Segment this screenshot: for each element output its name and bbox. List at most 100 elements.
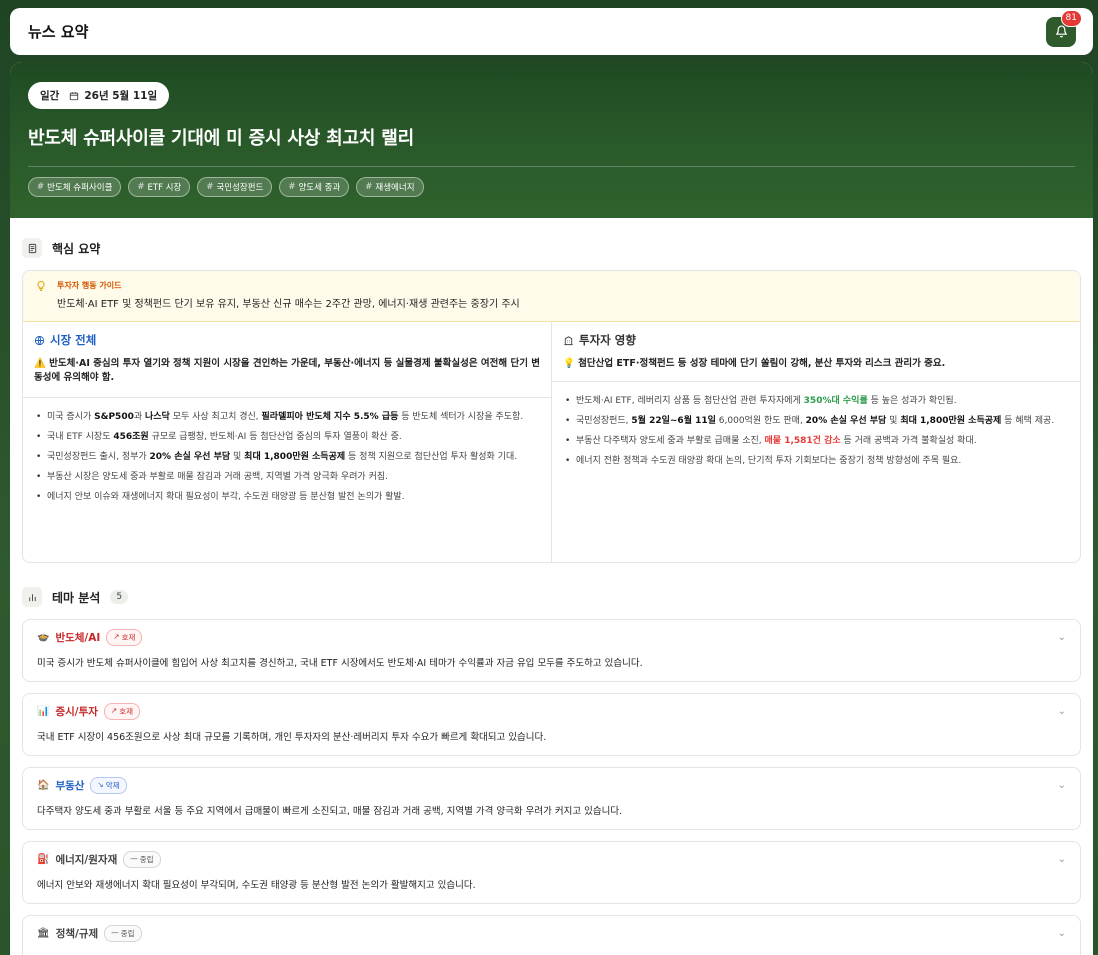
notification-button[interactable]: 81 — [1046, 9, 1082, 47]
theme-name: 부동산 — [55, 780, 85, 792]
hash-icon: # — [365, 182, 373, 192]
theme-section-title: 테마 분석 — [52, 590, 101, 605]
theme-name: 에너지/원자재 — [55, 854, 118, 866]
theme-card[interactable]: 📊 증시/투자 ↗ 호재 국내 ETF 시장이 456조원으로 사상 최대 규모를 기록… — [22, 693, 1081, 756]
summary-box: 투자자 행동 가이드 반도체·AI ETF 및 정책펀드 단기 보유 유지, 부… — [22, 270, 1081, 563]
tag-chip[interactable]: # 반도체 슈퍼사이클 — [28, 177, 122, 197]
bullet-item: 국내 ETF 시장도 456조원 규모로 급팽창, 반도체·AI 등 첨단산업 … — [34, 430, 540, 444]
guide-text: 반도체·AI ETF 및 정책펀드 단기 보유 유지, 부동산 신규 매수는 2… — [57, 299, 520, 310]
news-summary-card: 일간 26년 5월 11일 반도체 슈퍼사이클 기대에 미 증시 사상 최고치 … — [10, 62, 1093, 955]
investor-title: 투자자 영향 — [579, 333, 636, 347]
tag-label: 국민성장펀드 — [216, 183, 264, 193]
bullet-text: 국민성장펀드, — [576, 416, 632, 426]
theme-icon: 🏠 — [37, 780, 50, 791]
tag-chip[interactable]: # 국민성장펀드 — [197, 177, 273, 197]
chevron-down-icon[interactable]: ⌄ — [1058, 780, 1066, 791]
guide-label: 투자자 행동 가이드 — [57, 281, 122, 290]
theme-icon: ⛽ — [37, 854, 50, 865]
bullet-text: 에너지 전환 정책과 수도권 태양광 확대 논의, 단기적 투자 기회보다는 중… — [576, 456, 962, 466]
headline: 반도체 슈퍼사이클 기대에 미 증시 사상 최고치 랠리 — [28, 128, 415, 149]
bullet-text: 456조원 — [113, 432, 149, 442]
bullet-text: 국민성장펀드 출시, 정부가 — [47, 452, 150, 462]
bullet-item: 에너지 전환 정책과 수도권 태양광 확대 논의, 단기적 투자 기회보다는 중… — [563, 454, 1069, 468]
tag-chip[interactable]: # 양도세 중과 — [279, 177, 350, 197]
building-icon — [564, 335, 573, 345]
trend-icon: — — [130, 854, 138, 863]
investor-guide: 투자자 행동 가이드 반도체·AI ETF 및 정책펀드 단기 보유 유지, 부… — [23, 271, 1080, 322]
market-bullet-list: 미국 증시가 S&P500과 나스닥 모두 사상 최고치 경신, 필라델피아 반… — [23, 398, 551, 504]
hash-icon: # — [137, 182, 145, 192]
sentiment-badge: — 중립 — [104, 925, 142, 942]
theme-description: 다주택자 양도세 중과 부활로 서울 등 주요 지역에서 급매물이 빠르게 소진… — [37, 806, 623, 817]
bullet-text: S&P500 — [94, 412, 134, 422]
theme-description: 미국 증시가 반도체 슈퍼사이클에 힘입어 사상 최고치를 경신하고, 국내 E… — [37, 658, 643, 669]
tag-chip[interactable]: # 재생에너지 — [356, 177, 424, 197]
report-date: 26년 5월 11일 — [84, 90, 158, 102]
bullet-text: 등 높은 성과가 확인됨. — [867, 396, 957, 406]
app-header: 뉴스 요약 81 — [10, 8, 1093, 55]
bullet-text: 필라델피아 반도체 지수 5.5% 급등 — [261, 412, 399, 422]
bullet-text: 등 혜택 제공. — [1001, 416, 1055, 426]
tag-chip[interactable]: # ETF 시장 — [128, 177, 191, 197]
chevron-down-icon[interactable]: ⌄ — [1058, 928, 1066, 939]
trend-icon: ↗ — [113, 632, 120, 641]
bullet-text: 등 반도체 섹터가 시장을 주도함. — [398, 412, 524, 422]
theme-icon: 📊 — [37, 706, 50, 717]
hash-icon: # — [37, 182, 45, 192]
bullet-text: 5월 22일~6월 11일 — [631, 416, 716, 426]
trend-icon: — — [111, 928, 119, 937]
theme-section-header: 테마 분석 5 — [10, 587, 1093, 607]
summary-section-header: 핵심 요약 — [10, 238, 1093, 258]
bullet-text: 과 — [133, 412, 145, 422]
bullet-text: 나스닥 — [145, 412, 170, 422]
theme-description: 국내 ETF 시장이 456조원으로 사상 최대 규모를 기록하며, 개인 투자… — [37, 732, 547, 743]
bullet-text: 및 — [886, 416, 901, 426]
chevron-down-icon[interactable]: ⌄ — [1058, 706, 1066, 717]
tag-label: 양도세 중과 — [298, 183, 341, 193]
theme-card[interactable]: 🍲 반도체/AI ↗ 호재 미국 증시가 반도체 슈퍼사이클에 힘입어 사상 최고치를 … — [22, 619, 1081, 682]
theme-card[interactable]: 🏛 정책/규제 — 중립 ⌄ — [22, 915, 1081, 955]
theme-card[interactable]: 🏠 부동산 ↘ 악재 다주택자 양도세 중과 부활로 서울 등 주요 지역에서 급매물이… — [22, 767, 1081, 830]
bell-icon — [1055, 25, 1067, 38]
tag-label: 반도체 슈퍼사이클 — [47, 183, 113, 193]
chevron-down-icon[interactable]: ⌄ — [1058, 632, 1066, 643]
bullet-text: 모두 사상 최고치 경신, — [169, 412, 262, 422]
market-lead: ⚠️ 반도체·AI 중심의 투자 열기와 정책 지원이 시장을 견인하는 가운데… — [34, 358, 540, 383]
globe-icon — [34, 335, 45, 345]
tag-label: 재생에너지 — [375, 183, 415, 193]
bullet-text: 에너지 안보 이슈와 재생에너지 확대 필요성이 부각, 수도권 태양광 등 분… — [47, 492, 405, 502]
bar-chart-icon — [22, 587, 42, 607]
document-icon — [22, 238, 42, 258]
theme-name: 정책/규제 — [55, 928, 99, 940]
theme-description: 에너지 안보와 재생에너지 확대 필요성이 부각되며, 수도권 태양광 등 분산… — [37, 880, 476, 891]
theme-card[interactable]: ⛽ 에너지/원자재 — 중립에너지 안보와 재생에너지 확대 필요성이 부각되며, 수… — [22, 841, 1081, 904]
hash-icon: # — [288, 182, 296, 192]
trend-icon: ↘ — [97, 780, 104, 789]
theme-name: 반도체/AI — [55, 632, 101, 644]
investor-bullet-list: 반도체·AI ETF, 레버리지 상품 등 첨단산업 관련 투자자에게 350%… — [552, 382, 1080, 468]
bullet-item: 미국 증시가 S&P500과 나스닥 모두 사상 최고치 경신, 필라델피아 반… — [34, 410, 540, 424]
hash-icon: # — [206, 182, 214, 192]
date-pill: 일간 26년 5월 11일 — [28, 82, 170, 109]
sentiment-label: 중립 — [120, 929, 135, 938]
chevron-down-icon[interactable]: ⌄ — [1058, 854, 1066, 865]
bullet-text: 등 정책 지원으로 첨단산업 투자 활성화 기대. — [345, 452, 518, 462]
market-title: 시장 전체 — [50, 333, 97, 347]
sentiment-badge: — 중립 — [123, 851, 161, 868]
bullet-text: 매물 1,581건 감소 — [764, 436, 841, 446]
bullet-text: 미국 증시가 — [47, 412, 95, 422]
bullet-text: 20% 손실 우선 부담 — [149, 452, 231, 462]
summary-section-title: 핵심 요약 — [52, 241, 101, 256]
bullet-item: 국민성장펀드 출시, 정부가 20% 손실 우선 부담 및 최대 1,800만원… — [34, 450, 540, 464]
bullet-text: 6,000억원 한도 판매, — [715, 416, 806, 426]
bullet-text: 국내 ETF 시장도 — [47, 432, 114, 442]
investor-impact-column: 투자자 영향 💡 첨단산업 ETF·정책펀드 등 성장 테마에 단기 쏠림이 강… — [551, 322, 1080, 562]
sentiment-badge: ↗ 호재 — [106, 629, 143, 646]
sentiment-label: 호재 — [119, 707, 134, 716]
theme-list: 🍲 반도체/AI ↗ 호재 미국 증시가 반도체 슈퍼사이클에 힘입어 사상 최고치를 … — [10, 619, 1093, 955]
bullet-item: 에너지 안보 이슈와 재생에너지 확대 필요성이 부각, 수도권 태양광 등 분… — [34, 490, 540, 504]
theme-count-badge: 5 — [110, 590, 129, 604]
bullet-text: 규모로 급팽창, 반도체·AI 등 첨단산업 중심의 투자 열풍이 확산 중. — [148, 432, 402, 442]
trend-icon: ↗ — [110, 706, 118, 715]
bullet-item: 반도체·AI ETF, 레버리지 상품 등 첨단산업 관련 투자자에게 350%… — [563, 394, 1069, 408]
